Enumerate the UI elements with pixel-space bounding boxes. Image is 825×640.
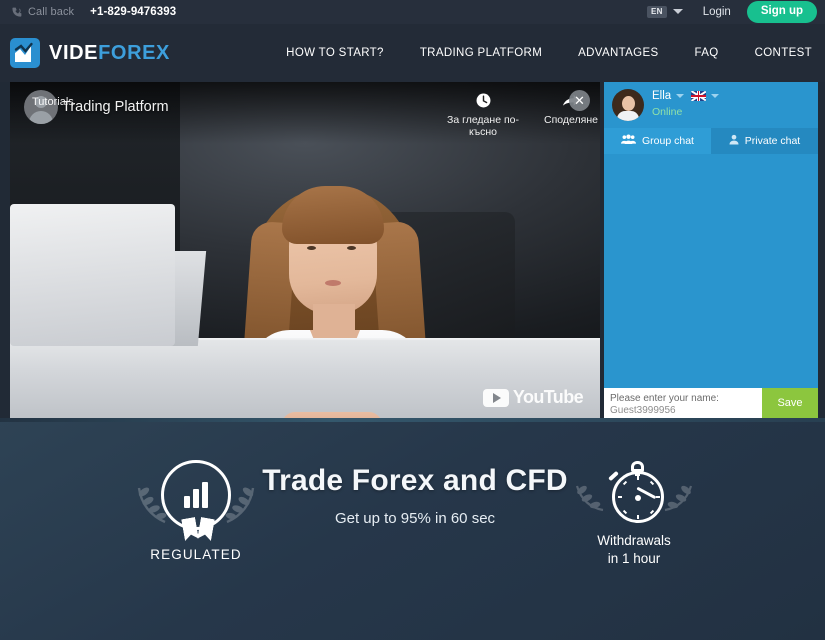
language-chevron-down-icon[interactable] <box>711 94 720 98</box>
call-back-link[interactable]: Call back <box>10 6 74 19</box>
group-chat-icon <box>621 134 637 148</box>
regulated-badge-block: REGULATED <box>133 456 259 562</box>
watch-later-button[interactable]: За гледане по-късно <box>433 92 533 138</box>
chat-tabs: Group chat Private chat <box>604 128 818 154</box>
withdrawal-laurel-right-icon <box>661 470 695 524</box>
stopwatch-icon <box>606 461 664 525</box>
chevron-down-icon[interactable] <box>676 94 685 98</box>
live-chat-panel: Ella Online Group chat Private chat Plea… <box>604 82 818 418</box>
promo-top-divider <box>0 418 825 422</box>
name-input-value: Guest3999956 <box>610 404 676 416</box>
save-button[interactable]: Save <box>762 388 818 418</box>
promo-subtitle: Get up to 95% in 60 sec <box>334 510 496 527</box>
chat-agent-info: Ella Online <box>652 90 720 120</box>
logo-text-part2: FOREX <box>98 41 170 64</box>
tab-private-chat-label: Private chat <box>744 135 801 147</box>
top-utility-bar: Call back +1-829-9476393 EN Login Sign u… <box>0 0 825 24</box>
play-icon <box>482 388 509 407</box>
video-header-overlay: Tutorials Trading Platform За гледане по… <box>10 82 600 138</box>
name-input-label: Please enter your name: <box>610 393 719 404</box>
logo[interactable]: VIDEFOREX <box>10 38 170 68</box>
call-back-label: Call back <box>28 6 75 18</box>
close-icon[interactable]: ✕ <box>569 90 590 111</box>
nav-item-contest[interactable]: CONTEST <box>755 47 812 59</box>
chevron-down-icon[interactable] <box>672 9 683 15</box>
chat-agent-name: Ella <box>652 90 672 102</box>
nav-item-trading-platform[interactable]: TRADING PLATFORM <box>420 47 542 59</box>
logo-text: VIDEFOREX <box>49 42 170 65</box>
promo-headline-block: Trade Forex and CFD Get up to 95% in 60 … <box>262 464 568 527</box>
youtube-wordmark: YouTube <box>512 387 584 407</box>
nav-item-how-to-start[interactable]: HOW TO START? <box>286 47 384 59</box>
withdrawals-block: Withdrawals in 1 hour <box>571 456 697 568</box>
chat-agent-row: Ella <box>652 90 720 102</box>
avatar <box>612 89 644 121</box>
person-icon <box>729 134 739 148</box>
phone-icon <box>10 6 23 19</box>
logo-text-part1: VIDE <box>49 41 99 64</box>
page-title: Trade Forex and CFD <box>262 464 568 497</box>
site-header: VIDEFOREX HOW TO START? TRADING PLATFORM… <box>0 24 825 82</box>
uk-flag-icon <box>691 91 707 101</box>
withdrawals-label: Withdrawals in 1 hour <box>571 532 697 568</box>
youtube-logo[interactable]: YouTube <box>482 387 584 408</box>
share-arrow-icon <box>536 92 600 112</box>
signup-button[interactable]: Sign up <box>746 1 817 23</box>
nav-item-faq[interactable]: FAQ <box>695 47 719 59</box>
nav-item-advantages[interactable]: ADVANTAGES <box>578 47 658 59</box>
main-navigation: HOW TO START? TRADING PLATFORM ADVANTAGE… <box>250 47 812 59</box>
logo-chart-icon <box>10 38 40 68</box>
regulated-label: REGULATED <box>150 547 242 562</box>
share-button[interactable]: Споделяне <box>536 92 600 126</box>
bar-chart-icon <box>184 482 208 508</box>
phone-number[interactable]: +1-829-9476393 <box>90 6 176 18</box>
chat-message-area[interactable] <box>604 154 818 388</box>
share-label: Споделяне <box>544 114 598 126</box>
videforex-landing-page: Call back +1-829-9476393 EN Login Sign u… <box>0 0 825 640</box>
video-title[interactable]: Trading Platform <box>62 99 169 115</box>
promo-section: REGULATED Trade Forex and CFD Get up to … <box>0 418 825 640</box>
clock-icon <box>433 92 533 112</box>
login-link[interactable]: Login <box>703 6 731 18</box>
withdrawals-line1: Withdrawals <box>597 533 671 548</box>
topbar-right-group: EN Login Sign up <box>646 1 817 23</box>
withdrawals-line2: in 1 hour <box>607 551 661 567</box>
language-selector[interactable]: EN <box>646 5 667 18</box>
tab-private-chat[interactable]: Private chat <box>711 128 818 154</box>
tab-group-chat-label: Group chat <box>642 135 694 147</box>
withdrawal-laurel-left-icon <box>573 470 607 524</box>
chat-name-entry: Please enter your name: Guest3999956 Sav… <box>604 388 818 418</box>
regulated-seal <box>133 456 259 540</box>
status-badge: Online <box>652 106 683 118</box>
tab-group-chat[interactable]: Group chat <box>604 128 711 154</box>
chat-header: Ella Online <box>604 82 818 128</box>
watch-later-label: За гледане по-късно <box>447 114 519 138</box>
youtube-video-player[interactable]: Tutorials Trading Platform За гледане по… <box>10 82 600 418</box>
seal-circle <box>161 460 231 530</box>
name-input[interactable]: Please enter your name: Guest3999956 <box>604 388 762 418</box>
